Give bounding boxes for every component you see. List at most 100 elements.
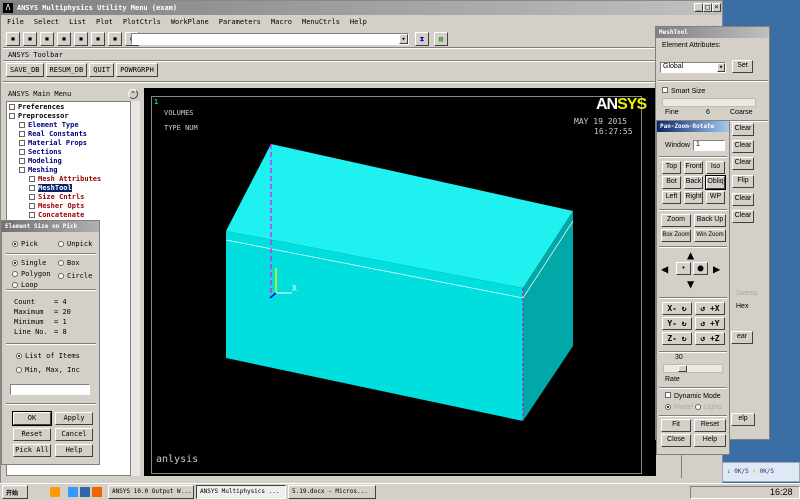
pan-left-icon[interactable]: ◀: [661, 262, 668, 276]
rate-slider[interactable]: [663, 364, 723, 373]
clear-button[interactable]: Clear: [732, 210, 754, 223]
rotate-button[interactable]: Z- ↻: [662, 332, 692, 345]
toolbar-save-db-button[interactable]: SAVE_DB: [6, 63, 44, 78]
pick-all-button[interactable]: Pick All: [13, 444, 51, 457]
menu-menuctrls[interactable]: MenuCtrls: [302, 18, 340, 26]
help-icon[interactable]: ▪: [108, 32, 122, 46]
pan-up-icon[interactable]: ▲: [687, 248, 694, 262]
circle-radio[interactable]: Circle: [58, 272, 92, 280]
view-bot-button[interactable]: Bot: [662, 176, 681, 189]
rotate-button[interactable]: ↺ +X: [695, 302, 725, 315]
list-items-radio[interactable]: List of Items: [16, 352, 80, 360]
cancel-button[interactable]: Cancel: [55, 428, 93, 441]
loop-radio[interactable]: Loop: [12, 281, 38, 289]
reset-view-button[interactable]: Reset: [694, 419, 726, 432]
ok-button[interactable]: OK: [12, 411, 52, 426]
save-icon[interactable]: ▪: [40, 32, 54, 46]
main-menu-item[interactable]: Mesher Opts: [9, 202, 101, 211]
pan-down-icon[interactable]: ▼: [687, 277, 694, 291]
zoom-button[interactable]: Zoom: [661, 214, 691, 227]
contact-manager-icon[interactable]: ▥: [434, 32, 448, 46]
start-button[interactable]: 开始: [2, 485, 28, 499]
view-top-button[interactable]: Top: [662, 161, 681, 174]
main-menu-item[interactable]: MeshTool: [9, 184, 101, 193]
help-button[interactable]: Help: [694, 434, 726, 447]
zoom-out-large-icon[interactable]: ●: [693, 262, 708, 275]
rotate-button[interactable]: X- ↻: [662, 302, 692, 315]
reset-button[interactable]: Reset: [13, 428, 51, 441]
main-menu-item[interactable]: Meshing: [9, 166, 101, 175]
rate-slider-thumb[interactable]: [678, 365, 687, 372]
toolbar-powrgrph-button[interactable]: POWRGRPH: [116, 63, 158, 78]
toolbar-quit-button[interactable]: QUIT: [89, 63, 115, 78]
main-menu-item[interactable]: Concatenate: [9, 211, 101, 220]
close-button[interactable]: ×: [712, 3, 721, 12]
menu-list[interactable]: List: [69, 18, 86, 26]
print-icon[interactable]: ▪: [74, 32, 88, 46]
view-iso-button[interactable]: Iso: [706, 161, 725, 174]
view-wp-button[interactable]: WP: [706, 191, 725, 204]
view-back-button[interactable]: Back: [684, 176, 703, 189]
view-right-button[interactable]: Right: [684, 191, 703, 204]
menu-macro[interactable]: Macro: [271, 18, 292, 26]
help-button[interactable]: Help: [55, 444, 93, 457]
set-button[interactable]: Set: [732, 60, 753, 73]
clear-button[interactable]: Clear: [732, 140, 754, 153]
model-radio[interactable]: Model: [665, 404, 693, 411]
main-menu-item[interactable]: Material Props: [9, 139, 101, 148]
main-menu-item[interactable]: Size Cntrls: [9, 193, 101, 202]
box-zoom-button[interactable]: Box Zoom: [661, 229, 691, 242]
quicklaunch-icon[interactable]: [50, 487, 60, 497]
unpick-radio[interactable]: Unpick: [58, 240, 92, 248]
clear-button[interactable]: Clear: [732, 193, 754, 206]
polygon-radio[interactable]: Polygon: [12, 270, 51, 278]
window-select[interactable]: 1: [693, 140, 725, 151]
smart-size-checkbox[interactable]: Smart Size: [662, 87, 705, 95]
menu-help[interactable]: Help: [350, 18, 367, 26]
maximize-button[interactable]: □: [703, 3, 712, 12]
graphics-window[interactable]: 1 VOLUMES TYPE NUM ANSYS MAY 19 2015 16:…: [144, 88, 656, 476]
camera-icon[interactable]: ▪: [91, 32, 105, 46]
pick-input[interactable]: [10, 384, 90, 395]
win-zoom-button[interactable]: Win Zoom: [694, 229, 726, 242]
min-max-inc-radio[interactable]: Min, Max, Inc: [16, 366, 80, 374]
main-menu-item[interactable]: Real Constants: [9, 130, 101, 139]
close-button[interactable]: Close: [661, 434, 691, 447]
menu-file[interactable]: File: [7, 18, 24, 26]
command-input[interactable]: [131, 33, 409, 45]
quicklaunch-icon[interactable]: [80, 487, 90, 497]
view-left-button[interactable]: Left: [662, 191, 681, 204]
clear-button[interactable]: Clear: [732, 123, 754, 136]
main-menu-item[interactable]: Sections: [9, 148, 101, 157]
fit-button[interactable]: Fit: [661, 419, 691, 432]
pick-radio[interactable]: Pick: [12, 240, 38, 248]
main-menu-scrollbar[interactable]: [131, 101, 140, 476]
zoom-in-small-icon[interactable]: •: [676, 262, 691, 275]
menu-select[interactable]: Select: [34, 18, 59, 26]
quicklaunch-icon[interactable]: [92, 487, 102, 497]
taskbar-ansys-multiphysics[interactable]: ANSYS Multiphysics ...: [196, 485, 286, 499]
open-file-icon[interactable]: ▪: [23, 32, 37, 46]
back-up-button[interactable]: Back Up: [694, 214, 726, 227]
taskbar-word-doc[interactable]: 5.19.docx - Micros...: [288, 485, 376, 499]
main-menu-item[interactable]: Modeling: [9, 157, 101, 166]
menu-plotctrls[interactable]: PlotCtrls: [123, 18, 161, 26]
main-menu-item[interactable]: Preferences: [9, 103, 101, 112]
rotate-button[interactable]: Y- ↻: [662, 317, 692, 330]
menu-plot[interactable]: Plot: [96, 18, 113, 26]
rotate-button[interactable]: ↺ +Z: [695, 332, 725, 345]
ie-icon[interactable]: [68, 487, 78, 497]
raise-hidden-icon[interactable]: ⧗: [415, 32, 429, 46]
main-menu-item[interactable]: Mesh Attributes: [9, 175, 101, 184]
apply-button[interactable]: Apply: [55, 412, 93, 425]
new-file-icon[interactable]: ▪: [6, 32, 20, 46]
box-radio[interactable]: Box: [58, 259, 80, 267]
view-obliq-button[interactable]: Obliq: [705, 175, 726, 190]
minimize-button[interactable]: _: [694, 3, 703, 12]
view-front-button[interactable]: Front: [684, 161, 703, 174]
pan-right-icon[interactable]: ▶: [713, 262, 720, 276]
main-menu-item[interactable]: Preprocessor: [9, 112, 101, 121]
flip-button[interactable]: Flip: [732, 175, 754, 188]
collapse-menu-button[interactable]: ⌃: [128, 89, 138, 99]
menu-workplane[interactable]: WorkPlane: [171, 18, 209, 26]
